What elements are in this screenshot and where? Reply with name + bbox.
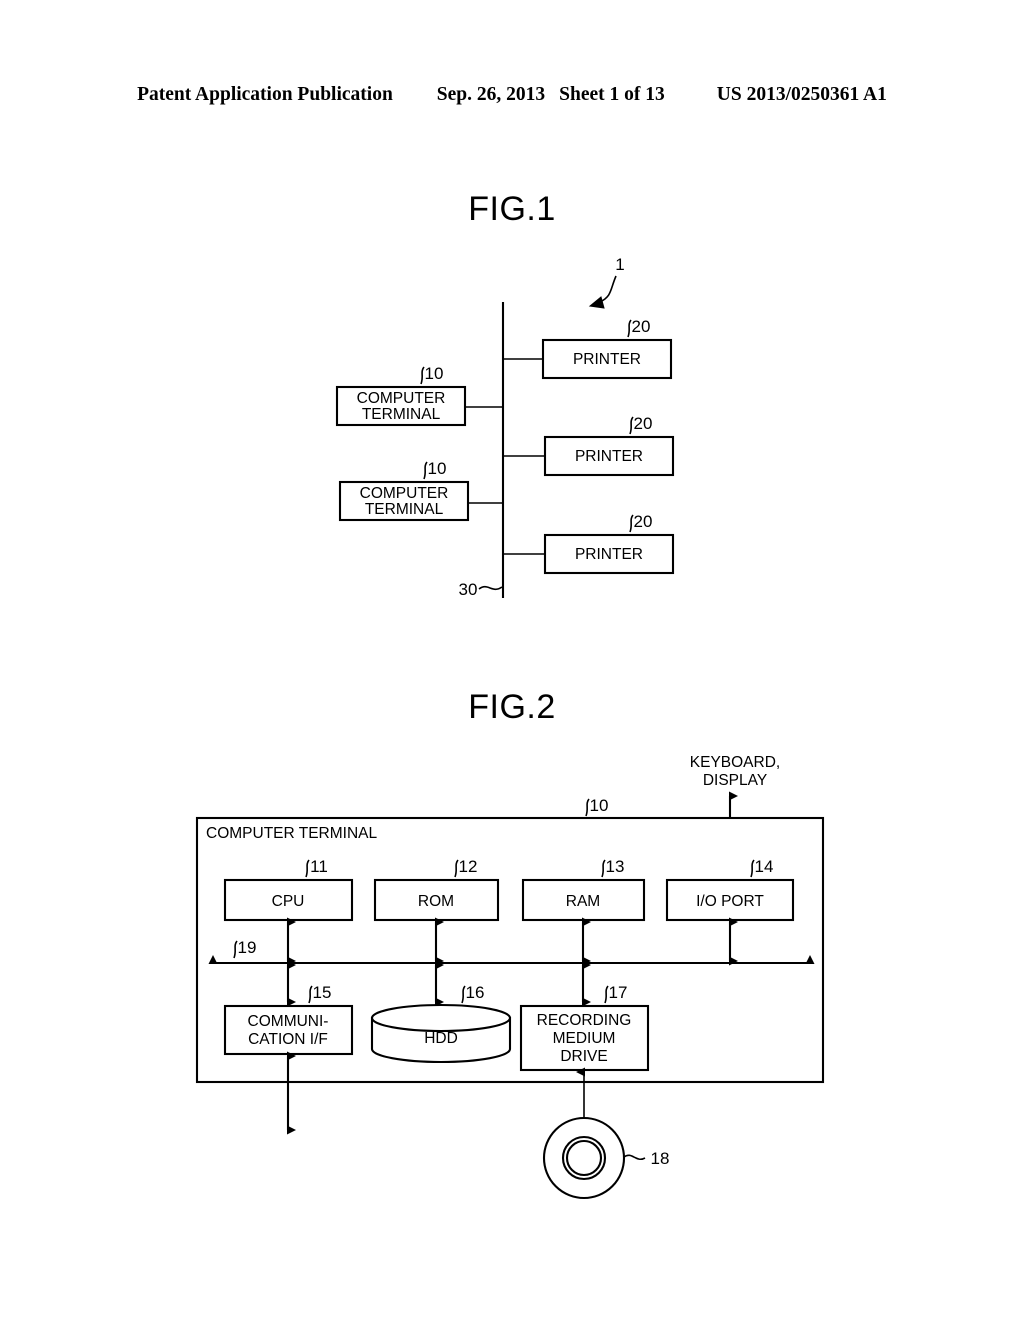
recording-medium-disc[interactable] xyxy=(542,1116,626,1200)
hdd-cylinder-top xyxy=(370,1003,512,1033)
page-header: Patent Application Publication Sep. 26, … xyxy=(0,84,1024,106)
recording-medium-disc-ref-label: 18 xyxy=(651,1149,670,1168)
computer-terminal-2-ref-label: 10 xyxy=(428,459,447,478)
figure-1-system-ref-label: 1 xyxy=(615,255,624,274)
communication-if-ref-label: 15 xyxy=(313,983,332,1002)
figure-2: FIG.2 KEYBOARD, DISPLAY COMPUTER TERMINA… xyxy=(195,688,825,1200)
printer-1-ref-label: 20 xyxy=(632,317,651,336)
computer-terminal-box-1-line1: COMPUTER xyxy=(357,390,446,407)
cpu-ref-label: 11 xyxy=(310,857,328,876)
keyboard-display-label-line1: KEYBOARD, xyxy=(690,754,780,771)
printer-box-2-label: PRINTER xyxy=(575,448,643,465)
header-publication-date: Sep. 26, 2013 xyxy=(436,84,546,105)
internal-bus-ref-label: 19 xyxy=(238,938,257,957)
recording-medium-drive-ref-label: 17 xyxy=(609,983,628,1002)
system-ref-leader-line xyxy=(599,275,617,303)
hdd-ref-label: 16 xyxy=(466,983,485,1002)
recording-medium-drive-label-line2: MEDIUM xyxy=(553,1030,616,1047)
communication-if-label-line1: COMMUNI- xyxy=(248,1013,329,1030)
system-ref-arrowhead xyxy=(588,296,605,309)
printer-box-1-label: PRINTER xyxy=(573,351,641,368)
keyboard-display-label-line2: DISPLAY xyxy=(703,772,767,789)
computer-terminal-box-2-line2: TERMINAL xyxy=(365,501,444,518)
figure-1: FIG.1 1 30 COMPUTER TERMINAL 10 COMPUTER… xyxy=(335,190,675,599)
rom-ref-label: 12 xyxy=(459,857,478,876)
ram-block-label: RAM xyxy=(566,893,600,910)
computer-terminal-1-ref-label: 10 xyxy=(425,364,444,383)
printer-3-ref-label: 20 xyxy=(634,512,653,531)
header-sheet-number: Sheet 1 of 13 xyxy=(559,84,665,105)
computer-terminal-enclosure-ref-label: 10 xyxy=(590,796,609,815)
printer-box-3-label: PRINTER xyxy=(575,546,643,563)
computer-terminal-box-2-line1: COMPUTER xyxy=(360,485,449,502)
hdd-block[interactable]: HDD xyxy=(370,1003,512,1064)
header-publication-title: Patent Application Publication xyxy=(137,84,393,105)
hdd-block-label: HDD xyxy=(424,1030,458,1047)
header-patent-number: US 2013/0250361 A1 xyxy=(716,84,887,105)
network-ref-leader-line xyxy=(478,585,503,591)
rom-block-label: ROM xyxy=(418,893,454,910)
cpu-block-label: CPU xyxy=(272,893,305,910)
printer-2-ref-label: 20 xyxy=(634,414,653,433)
patent-page: Patent Application Publication Sep. 26, … xyxy=(0,0,1024,1320)
figure-1-network-ref-label: 30 xyxy=(459,580,478,599)
recording-medium-disc-hole xyxy=(565,1139,603,1177)
recording-medium-disc-ref-leader xyxy=(623,1154,646,1160)
io-port-ref-label: 14 xyxy=(755,857,774,876)
figure-1-title: FIG.1 xyxy=(468,190,556,228)
computer-terminal-box-1-line2: TERMINAL xyxy=(362,406,441,423)
io-port-block-label: I/O PORT xyxy=(696,893,764,910)
computer-terminal-enclosure-label: COMPUTER TERMINAL xyxy=(206,825,377,842)
recording-medium-drive-label-line1: RECORDING xyxy=(537,1012,632,1029)
ram-ref-label: 13 xyxy=(606,857,625,876)
communication-if-label-line2: CATION I/F xyxy=(248,1031,328,1048)
recording-medium-drive-label-line3: DRIVE xyxy=(560,1048,607,1065)
figure-2-title: FIG.2 xyxy=(468,688,556,726)
